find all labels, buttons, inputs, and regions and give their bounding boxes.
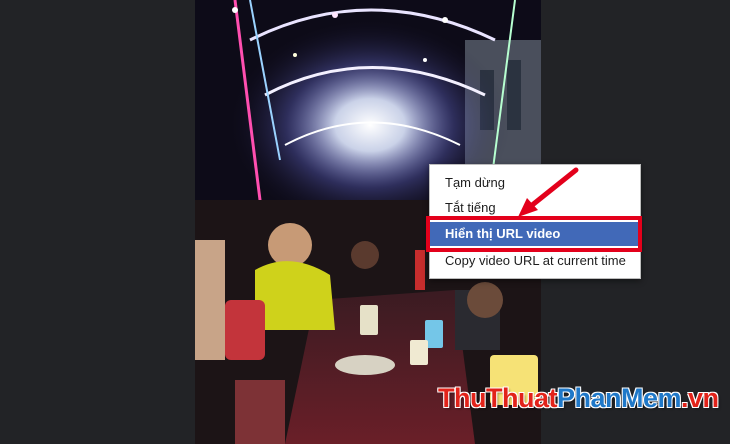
menu-item-copy-url-at-time[interactable]: Copy video URL at current time [430,249,640,273]
menu-item-pause[interactable]: Tạm dừng [430,171,640,195]
watermark-part3: .vn [681,383,719,413]
watermark-part1: ThuThuat [438,383,557,413]
watermark: ThuThuatPhanMem.vn [438,383,719,414]
highlight-box [426,216,642,252]
watermark-part2: PhanMem [556,383,682,413]
